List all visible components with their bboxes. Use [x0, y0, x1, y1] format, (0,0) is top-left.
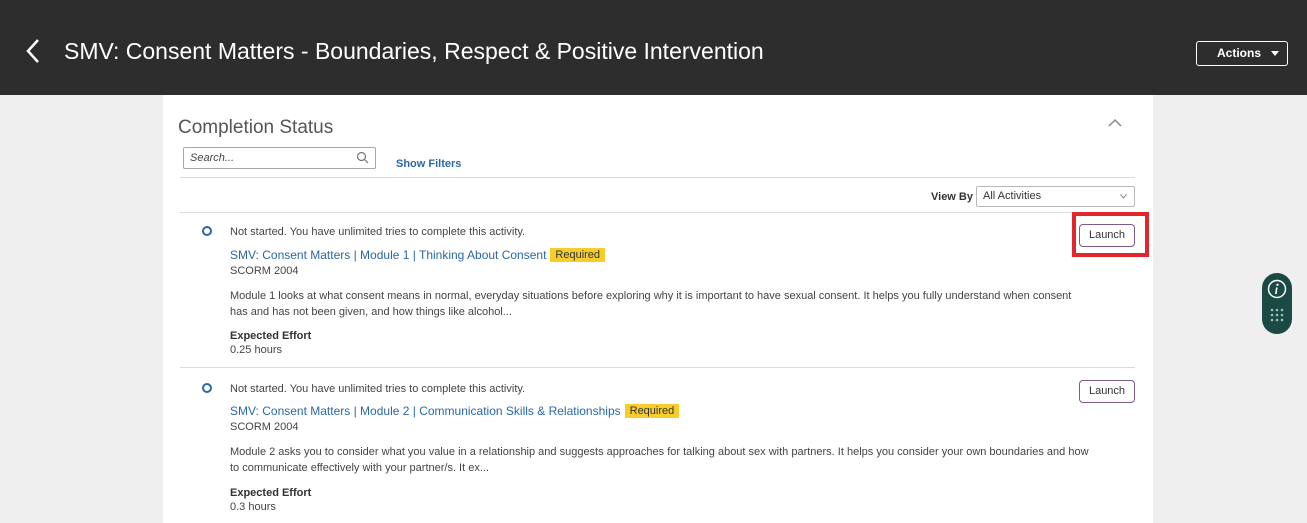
activity-title-link[interactable]: SMV: Consent Matters | Module 2 | Commun…: [230, 404, 680, 418]
launch-highlight-box: [1072, 212, 1149, 257]
grid-icon[interactable]: [1269, 307, 1285, 323]
divider: [180, 367, 1135, 368]
activity-description: Module 2 asks you to consider what you v…: [230, 446, 1089, 474]
expected-effort-value: 0.3 hours: [230, 501, 276, 513]
activity-type: SCORM 2004: [230, 421, 299, 433]
actions-label: Actions: [1217, 46, 1262, 60]
caret-down-icon: [1271, 51, 1279, 56]
chevron-up-icon[interactable]: [1107, 117, 1123, 129]
activity-status: Not started. You have unlimited tries to…: [230, 226, 526, 238]
top-bar: SMV: Consent Matters - Boundaries, Respe…: [0, 0, 1307, 95]
actions-button[interactable]: Actions: [1196, 41, 1288, 66]
help-widget[interactable]: [1262, 273, 1292, 334]
completion-status-panel: Completion Status Show Filters View By A…: [163, 95, 1153, 523]
launch-button[interactable]: Launch: [1079, 380, 1135, 403]
search-icon[interactable]: [356, 151, 369, 164]
section-title: Completion Status: [178, 117, 334, 138]
expected-effort-label: Expected Effort: [230, 330, 312, 342]
search-input[interactable]: [190, 150, 350, 166]
expected-effort-label: Expected Effort: [230, 487, 312, 499]
divider: [180, 177, 1135, 178]
activity-type: SCORM 2004: [230, 265, 299, 277]
activity-description: Module 1 looks at what consent means in …: [230, 290, 1072, 318]
info-icon[interactable]: [1267, 279, 1287, 299]
activity-status: Not started. You have unlimited tries to…: [230, 383, 526, 395]
expected-effort-value: 0.25 hours: [230, 344, 282, 356]
not-started-status-icon: [202, 226, 212, 236]
activity-title-link[interactable]: SMV: Consent Matters | Module 1 | Thinki…: [230, 248, 606, 262]
chevron-down-icon: [1120, 194, 1127, 199]
activity-title: SMV: Consent Matters | Module 1 | Thinki…: [230, 248, 547, 262]
page-title: SMV: Consent Matters - Boundaries, Respe…: [64, 38, 764, 64]
show-filters-link[interactable]: Show Filters: [396, 158, 461, 170]
view-by-value: All Activities: [983, 190, 1042, 202]
not-started-status-icon: [202, 383, 212, 393]
required-badge: Required: [550, 248, 606, 262]
divider: [180, 212, 1135, 213]
back-chevron-icon[interactable]: [22, 36, 44, 66]
view-by-select[interactable]: All Activities: [976, 186, 1135, 207]
required-badge: Required: [624, 404, 680, 418]
search-box: [183, 147, 376, 169]
view-by-label: View By: [931, 191, 973, 203]
activity-title: SMV: Consent Matters | Module 2 | Commun…: [230, 404, 621, 418]
